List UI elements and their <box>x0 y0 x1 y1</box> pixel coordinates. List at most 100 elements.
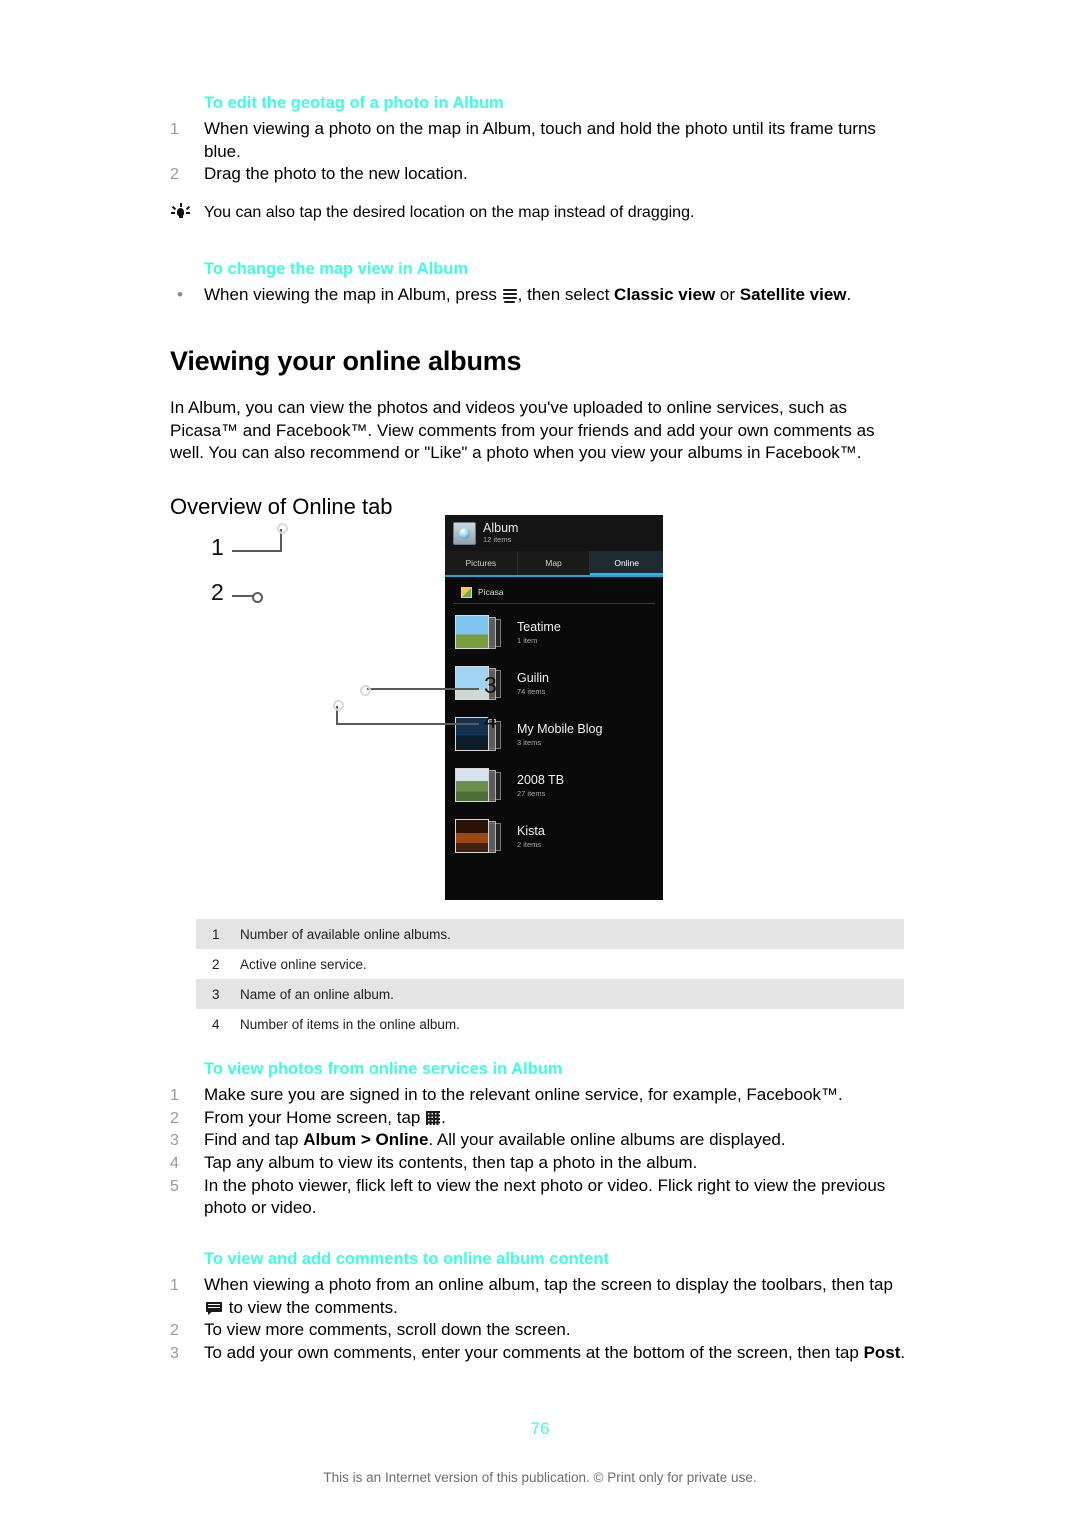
procedure-title-view-photos: To view photos from online services in A… <box>204 1060 563 1078</box>
step-item: 2 Drag the photo to the new location. <box>170 163 910 186</box>
callout-anchor-3 <box>360 685 371 696</box>
callout-label-1: 1 <box>211 534 224 560</box>
step-number: 2 <box>170 166 179 184</box>
step-text-end: . <box>900 1343 906 1363</box>
step-item: 2 To view more comments, scroll down the… <box>170 1319 915 1342</box>
legend-number: 4 <box>212 1016 220 1032</box>
service-row-picasa: Picasa <box>453 581 655 604</box>
table-row: 3 Name of an online album. <box>196 979 904 1009</box>
procedure-title-mapview: To change the map view in Album <box>204 259 469 278</box>
bullet-text-before: When viewing the map in Album, press <box>204 284 502 304</box>
step-text: To view more comments, scroll down the s… <box>204 1320 571 1340</box>
step-text-before: Find and tap <box>204 1130 304 1150</box>
bullet-text-end: . <box>846 284 852 304</box>
step-text-end: . <box>441 1107 446 1127</box>
legend-description: Number of available online albums. <box>240 926 451 942</box>
tip-block: You can also tap the desired location on… <box>170 202 910 228</box>
tip-text: You can also tap the desired location on… <box>204 204 695 222</box>
album-thumbnail <box>453 715 507 755</box>
step-number: 5 <box>170 1177 179 1195</box>
step-number: 2 <box>170 1109 179 1127</box>
legend-description: Name of an online album. <box>240 986 394 1002</box>
step-number: 3 <box>170 1345 179 1363</box>
album-name: My Mobile Blog <box>517 721 603 736</box>
list-item[interactable]: Kista 2 items <box>445 811 663 862</box>
lightbulb-icon <box>170 202 204 228</box>
steps-comments: 1 When viewing a photo from an online al… <box>170 1274 915 1364</box>
legend-number: 2 <box>212 956 220 972</box>
legend-description: Active online service. <box>240 956 367 972</box>
menu-icon <box>502 288 517 303</box>
tab-map[interactable]: Map <box>518 551 591 575</box>
step-text: Drag the photo to the new location. <box>204 164 468 184</box>
step-text: Make sure you are signed in to the relev… <box>204 1085 843 1105</box>
steps-geotag: 1 When viewing a photo on the map in Alb… <box>170 118 910 186</box>
callout-leader-4 <box>338 723 479 725</box>
callout-anchor-2 <box>252 592 263 603</box>
steps-view-photos: 1 Make sure you are signed in to the rel… <box>170 1084 915 1220</box>
step-number: 1 <box>170 1277 179 1295</box>
service-name: Picasa <box>478 587 504 597</box>
procedure-title-geotag: To edit the geotag of a photo in Album <box>204 94 504 112</box>
album-name: 2008 TB <box>517 772 565 787</box>
section-view-photos: To view photos from online services in A… <box>170 1058 915 1220</box>
list-item[interactable]: Guilin 74 items <box>445 658 663 709</box>
step-text: When viewing a photo on the map in Album… <box>204 119 876 161</box>
app-drawer-icon <box>426 1110 441 1125</box>
step-item: 1 Make sure you are signed in to the rel… <box>170 1084 915 1107</box>
callout-leader-3 <box>367 688 479 690</box>
step-bold-post: Post <box>863 1343 901 1363</box>
bullet-bold-satellite: Satellite view <box>739 284 847 304</box>
step-text: To add your own comments, enter your com… <box>204 1342 915 1365</box>
comment-icon <box>206 1301 222 1314</box>
legend-number: 1 <box>212 926 220 942</box>
tab-pictures[interactable]: Pictures <box>445 551 518 575</box>
step-text-before: To add your own comments, enter your com… <box>204 1343 864 1363</box>
step-item: 5 In the photo viewer, flick left to vie… <box>170 1175 915 1220</box>
album-list: Teatime 1 item Guilin 74 items My Mobile… <box>445 604 663 862</box>
bullet-bold-classic: Classic view <box>614 284 716 304</box>
bullet-marker: • <box>177 284 183 304</box>
table-row: 4 Number of items in the online album. <box>196 1009 904 1039</box>
step-text: Find and tap Album > Online. All your av… <box>204 1129 915 1152</box>
album-name: Kista <box>517 823 545 838</box>
album-name: Teatime <box>517 619 561 634</box>
figure-online-tab-overview: Album 12 items Pictures Map Online Picas… <box>170 505 910 905</box>
step-number: 4 <box>170 1155 179 1173</box>
step-item: 1 When viewing a photo on the map in Alb… <box>170 118 910 163</box>
bullet-text-or: or <box>715 284 740 304</box>
step-text-end: . All your available online albums are d… <box>428 1130 786 1150</box>
step-item: 4 Tap any album to view its contents, th… <box>170 1152 915 1175</box>
album-thumbnail <box>453 766 507 806</box>
legend-number: 3 <box>212 986 220 1002</box>
table-row: 1 Number of available online albums. <box>196 919 904 949</box>
step-number: 3 <box>170 1132 179 1150</box>
callout-label-3: 3 <box>484 672 497 698</box>
step-text-before: When viewing a photo from an online albu… <box>204 1275 893 1295</box>
callout-leader-1 <box>232 550 282 552</box>
album-item-count: 74 items <box>517 686 546 696</box>
step-item: 3 Find and tap Album > Online. All your … <box>170 1129 915 1152</box>
bullet-item-mapview: • When viewing the map in Album, press ,… <box>170 284 910 307</box>
top-content-block: To edit the geotag of a photo in Album 1… <box>170 92 910 520</box>
step-text: Tap any album to view its contents, then… <box>204 1153 698 1173</box>
tab-online[interactable]: Online <box>590 551 663 575</box>
list-item[interactable]: Teatime 1 item <box>445 607 663 658</box>
list-item[interactable]: My Mobile Blog 3 items <box>445 709 663 760</box>
legend-description: Number of items in the online album. <box>240 1016 460 1032</box>
picasa-icon <box>461 586 472 598</box>
step-number: 2 <box>170 1322 179 1340</box>
step-text: In the photo viewer, flick left to view … <box>204 1175 886 1218</box>
step-bold-path: Album > Online <box>303 1130 429 1150</box>
album-item-count: 2 items <box>517 839 542 849</box>
album-item-count: 1 item <box>517 635 538 645</box>
bullet-text: When viewing the map in Album, press , t… <box>204 284 910 307</box>
list-item[interactable]: 2008 TB 27 items <box>445 760 663 811</box>
step-item: 3 To add your own comments, enter your c… <box>170 1342 915 1365</box>
app-header: Album 12 items <box>445 515 663 551</box>
app-item-count: 12 items <box>483 535 512 545</box>
album-thumbnail <box>453 817 507 857</box>
table-row: 2 Active online service. <box>196 949 904 979</box>
figure-legend-table: 1 Number of available online albums. 2 A… <box>196 919 904 1039</box>
app-title: Album <box>483 521 519 535</box>
